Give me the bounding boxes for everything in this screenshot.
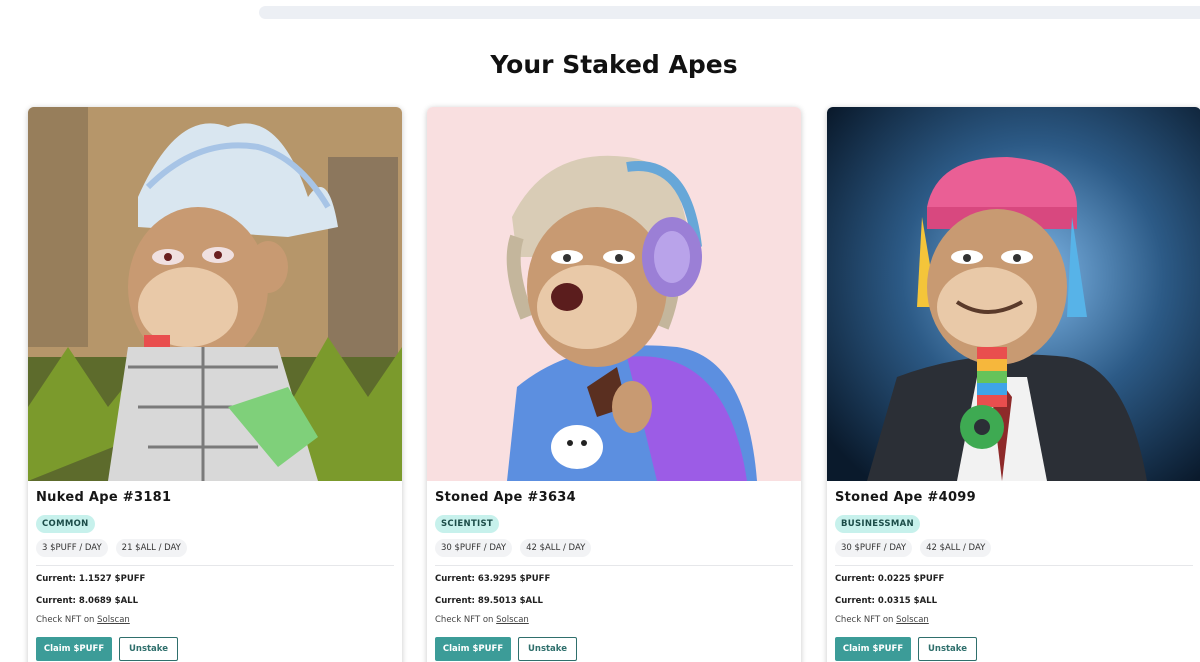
nft-image [427,107,801,481]
check-nft-line: Check NFT on Solscan [835,615,1193,625]
divider [835,565,1193,566]
current-all: Current: 0.0315 $ALL [835,596,937,606]
ape-artwork-nuked [28,107,402,481]
puff-rate-pill: 3 $PUFF / DAY [36,539,108,557]
unstake-button[interactable]: Unstake [518,637,577,661]
nft-image [28,107,402,481]
check-nft-label: Check NFT on [835,615,894,625]
ape-artwork-businessman [827,107,1200,481]
divider [435,565,793,566]
all-rate-pill: 42 $ALL / DAY [920,539,992,557]
staking-page: Your Staked Apes Nuked Ape #3181 COMMON … [0,0,1200,662]
rates-row: 3 $PUFF / DAY 21 $ALL / DAY [36,539,394,557]
card-body: Stoned Ape #3634 SCIENTIST 30 $PUFF / DA… [427,490,801,661]
trait-badge: BUSINESSMAN [835,515,920,533]
page-title: Your Staked Apes [490,50,738,79]
nft-name: Stoned Ape #3634 [435,490,576,505]
nft-card: Stoned Ape #4099 BUSINESSMAN 30 $PUFF / … [827,107,1200,662]
solscan-link[interactable]: Solscan [97,615,130,625]
unstake-button[interactable]: Unstake [119,637,178,661]
puff-rate-pill: 30 $PUFF / DAY [835,539,913,557]
trait-badge: COMMON [36,515,95,533]
unstake-button[interactable]: Unstake [918,637,977,661]
nft-image [827,107,1200,481]
ape-artwork-stoned [427,107,801,481]
top-progress-bar [259,6,1200,19]
puff-rate-pill: 30 $PUFF / DAY [435,539,513,557]
all-rate-pill: 21 $ALL / DAY [115,539,187,557]
current-all: Current: 89.5013 $ALL [435,596,543,606]
claim-puff-button[interactable]: Claim $PUFF [36,637,112,661]
rates-row: 30 $PUFF / DAY 42 $ALL / DAY [435,539,793,557]
solscan-link[interactable]: Solscan [896,615,929,625]
check-nft-line: Check NFT on Solscan [36,615,394,625]
divider [36,565,394,566]
claim-puff-button[interactable]: Claim $PUFF [435,637,511,661]
current-puff: Current: 0.0225 $PUFF [835,574,945,584]
current-puff: Current: 1.1527 $PUFF [36,574,146,584]
nft-name: Stoned Ape #4099 [835,490,976,505]
solscan-link[interactable]: Solscan [496,615,529,625]
card-actions: Claim $PUFF Unstake [435,637,793,661]
check-nft-label: Check NFT on [435,615,494,625]
current-all: Current: 8.0689 $ALL [36,596,138,606]
card-body: Stoned Ape #4099 BUSINESSMAN 30 $PUFF / … [827,490,1200,661]
current-puff: Current: 63.9295 $PUFF [435,574,551,584]
nft-card: Stoned Ape #3634 SCIENTIST 30 $PUFF / DA… [427,107,801,662]
trait-badge: SCIENTIST [435,515,500,533]
check-nft-label: Check NFT on [36,615,95,625]
card-actions: Claim $PUFF Unstake [36,637,394,661]
rates-row: 30 $PUFF / DAY 42 $ALL / DAY [835,539,1193,557]
nft-name: Nuked Ape #3181 [36,490,172,505]
card-actions: Claim $PUFF Unstake [835,637,1193,661]
claim-puff-button[interactable]: Claim $PUFF [835,637,911,661]
card-body: Nuked Ape #3181 COMMON 3 $PUFF / DAY 21 … [28,490,402,661]
check-nft-line: Check NFT on Solscan [435,615,793,625]
all-rate-pill: 42 $ALL / DAY [520,539,592,557]
nft-card: Nuked Ape #3181 COMMON 3 $PUFF / DAY 21 … [28,107,402,662]
